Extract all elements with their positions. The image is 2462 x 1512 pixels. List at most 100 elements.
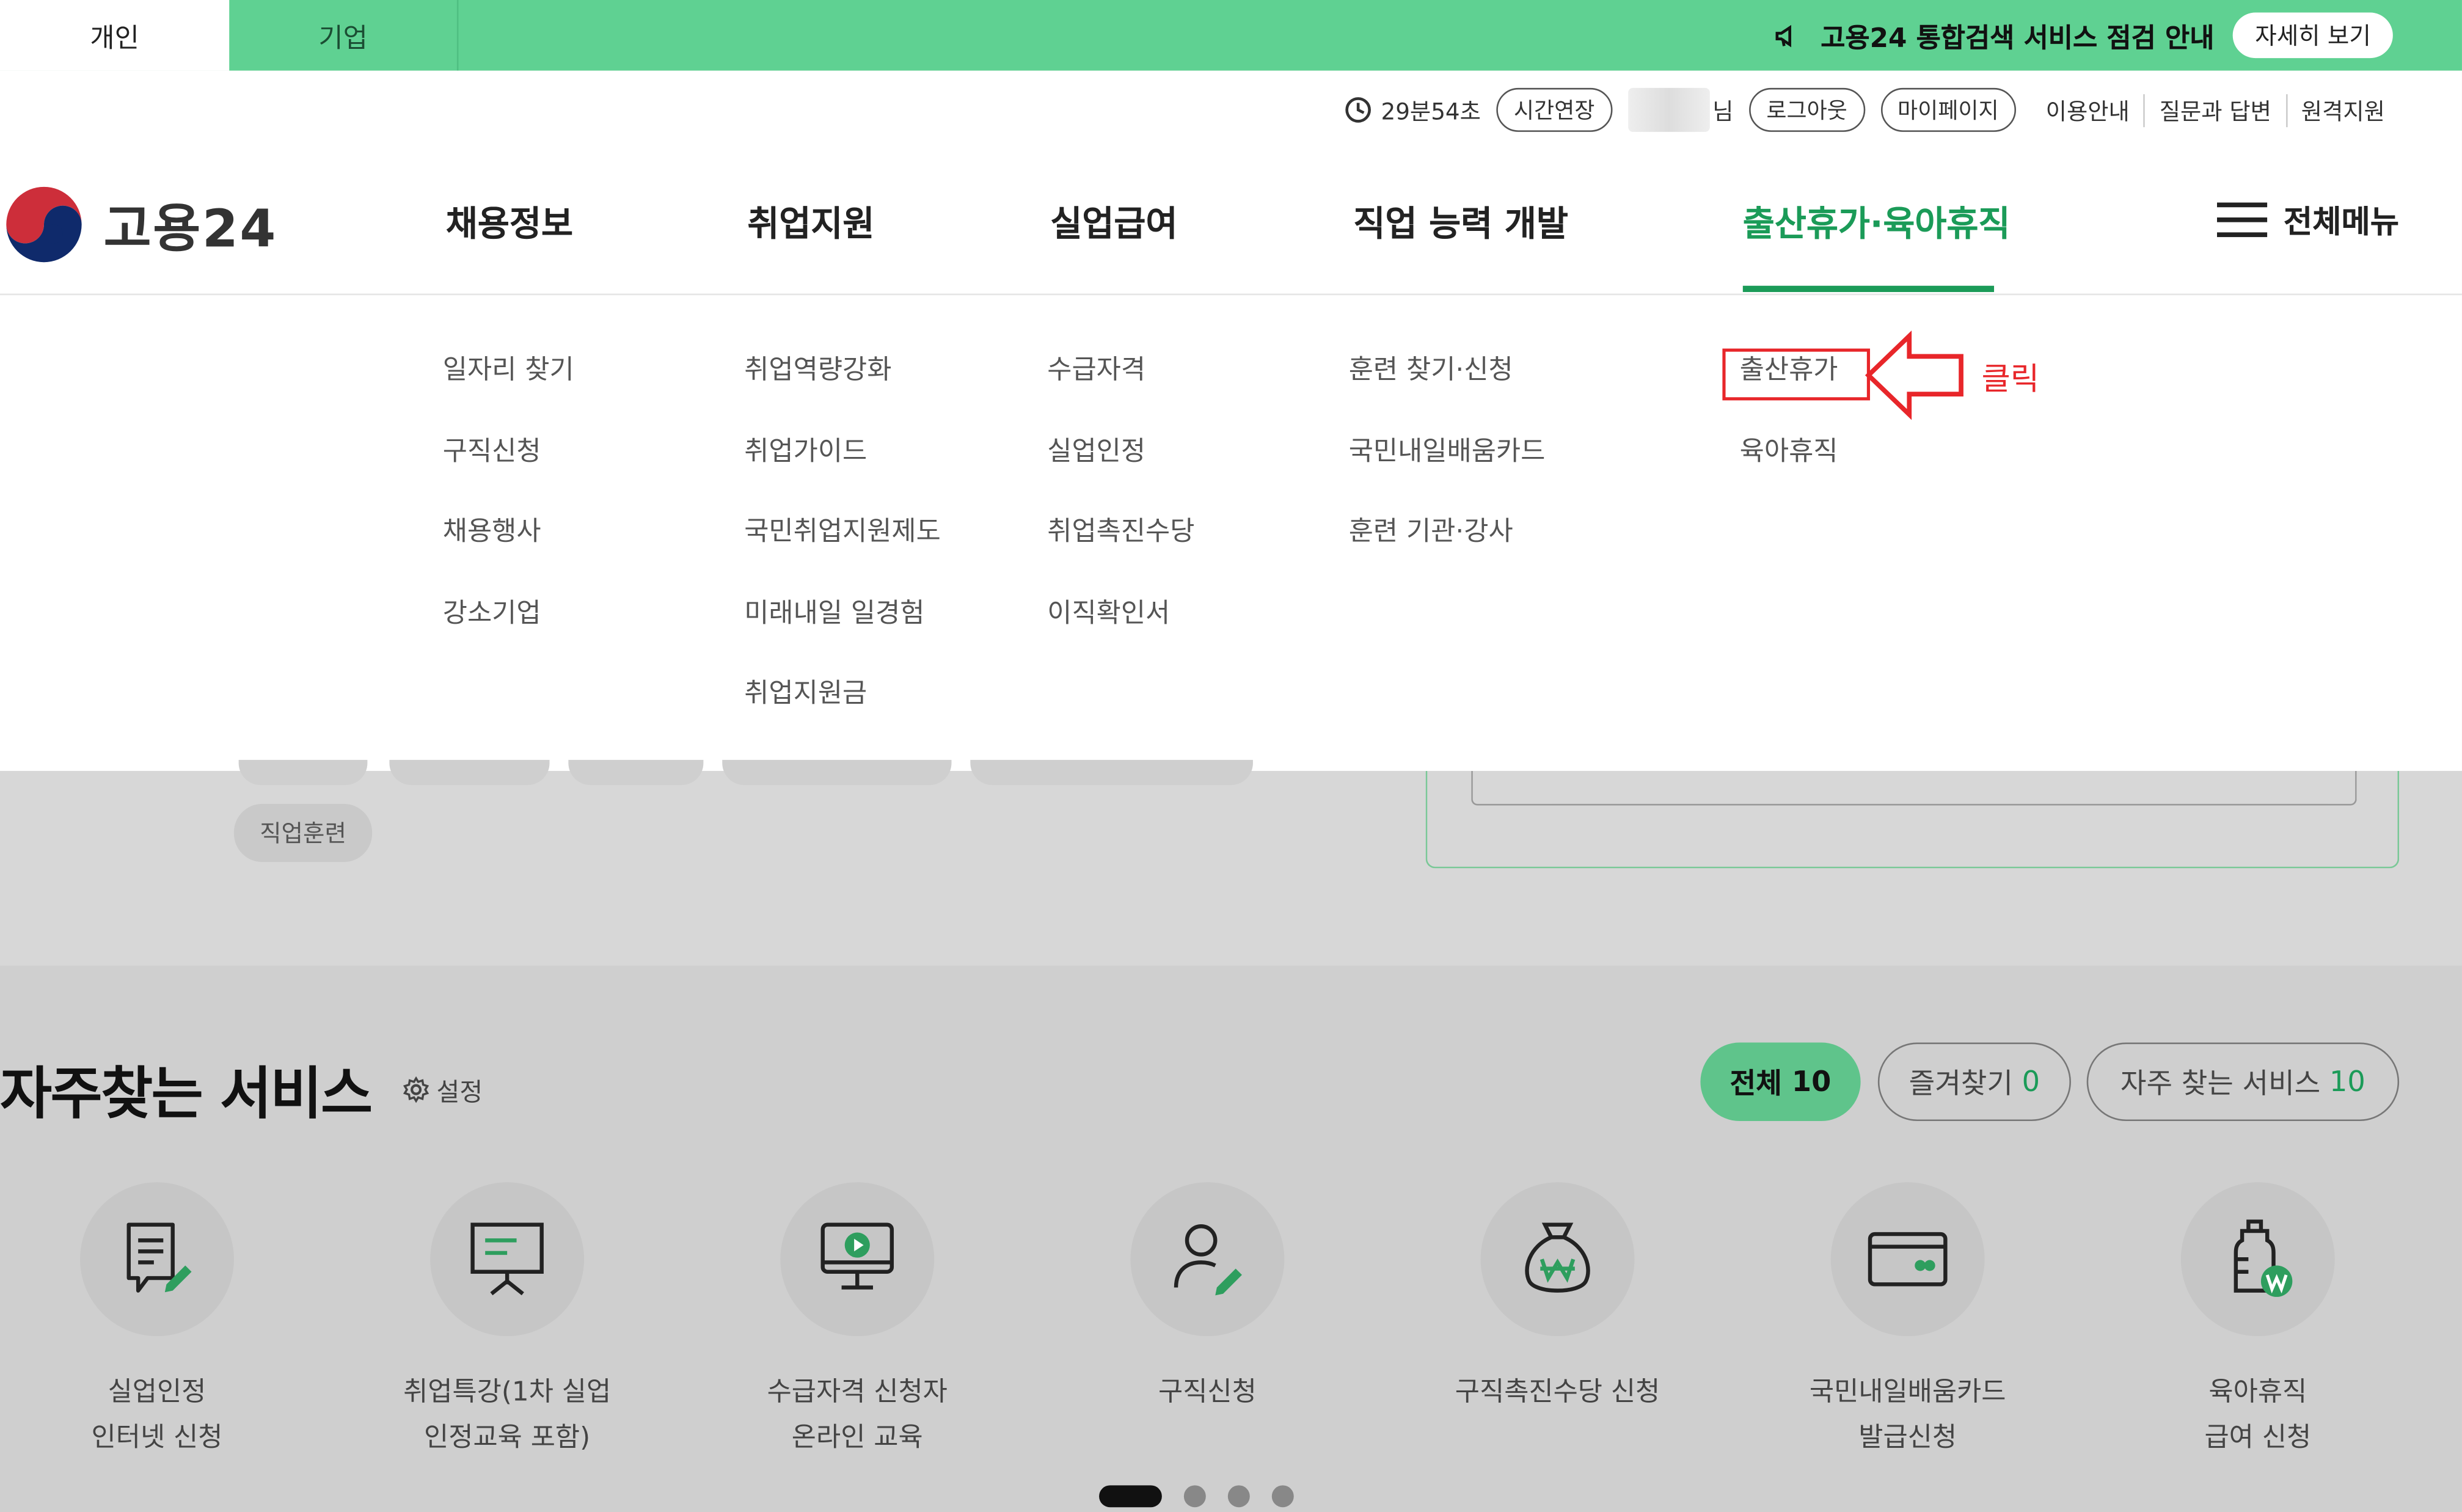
settings-button[interactable]: 설정 <box>402 1071 483 1109</box>
filter-label: 즐겨찾기 <box>1909 1067 2013 1101</box>
service-item[interactable]: 구직신청 <box>1066 1182 1349 1416</box>
submenu-item[interactable]: 취업촉진수당 <box>1047 509 1194 590</box>
service-item[interactable]: 국민내일배움카드 발급신청 <box>1766 1182 2049 1461</box>
gnb-skills-development[interactable]: 직업 능력 개발 <box>1353 196 1568 246</box>
filter-label: 자주 찾는 서비스 <box>2120 1067 2321 1101</box>
submenu-item[interactable]: 채용행사 <box>443 509 574 590</box>
pagination-dot[interactable] <box>1183 1485 1206 1508</box>
notice-text[interactable]: 고용24 통합검색 서비스 점검 안내 <box>1821 16 2214 55</box>
keyword-chip[interactable]: 직업훈련 <box>233 803 373 862</box>
hamburger-icon <box>2217 202 2268 236</box>
submenu-item[interactable]: 구직신청 <box>443 428 574 508</box>
audience-bar: 개인 기업 고용24 통합검색 서비스 점검 안내 자세히 보기 <box>0 0 2462 71</box>
submenu-item[interactable]: 일자리 찾기 <box>443 347 574 428</box>
submenu-item[interactable]: 국민취업지원제도 <box>744 509 941 590</box>
all-menu-button[interactable]: 전체메뉴 <box>2217 196 2399 242</box>
submenu-item[interactable]: 취업지원금 <box>744 670 941 751</box>
logo-text: 고용24 <box>103 197 278 260</box>
submenu-employment-support: 취업역량강화 취업가이드 국민취업지원제도 미래내일 일경험 취업지원금 <box>744 347 941 751</box>
service-icon-circle <box>430 1182 585 1337</box>
service-icon-circle <box>780 1182 935 1337</box>
search-field-edge <box>1471 770 2357 806</box>
user-name: 님 <box>1627 87 1734 132</box>
mypage-button[interactable]: 마이페이지 <box>1880 87 2016 132</box>
presentation-board-icon <box>470 1222 544 1296</box>
submenu-item[interactable]: 훈련 기관·강사 <box>1349 509 1546 590</box>
service-item[interactable]: 실업인정 인터넷 신청 <box>16 1182 299 1461</box>
money-bag-icon <box>1525 1222 1590 1293</box>
service-item[interactable]: 수급자격 신청자 온라인 교육 <box>716 1182 999 1461</box>
filter-frequent-button[interactable]: 자주 찾는 서비스 10 <box>2086 1042 2400 1122</box>
submenu-item[interactable]: 이직확인서 <box>1047 590 1194 670</box>
tab-personal[interactable]: 개인 <box>0 0 230 71</box>
service-item[interactable]: 취업특강(1차 실업 인정교육 포함) <box>366 1182 649 1461</box>
filter-count: 0 <box>2022 1065 2040 1098</box>
section-title: 자주찾는 서비스 <box>0 1062 373 1128</box>
click-highlight-box <box>1722 348 1870 401</box>
submenu-item[interactable]: 국민내일배움카드 <box>1349 428 1546 508</box>
frequent-services-section: 자주찾는 서비스 설정 전체 10 즐겨찾기 0 자주 찾는 서비스 10 실업… <box>0 965 2462 1512</box>
filter-favorites-button[interactable]: 즐겨찾기 0 <box>1877 1042 2071 1122</box>
search-card <box>1425 770 2400 869</box>
ghost-chip <box>970 759 1253 786</box>
service-label: 구직촉진수당 신청 <box>1455 1376 1660 1409</box>
session-timer: 29분54초 <box>1343 93 1481 126</box>
filter-all-button[interactable]: 전체 10 <box>1700 1042 1861 1122</box>
submenu-item[interactable]: 취업가이드 <box>744 428 941 508</box>
gnb-recruit[interactable]: 채용정보 <box>446 196 573 246</box>
logo[interactable]: 고용24 <box>0 181 277 269</box>
left-arrow-icon <box>1865 330 1963 420</box>
link-qna[interactable]: 질문과 답변 <box>2143 93 2285 126</box>
service-item[interactable]: 구직촉진수당 신청 <box>1416 1182 1699 1416</box>
service-label: 육아휴직 급여 신청 <box>2204 1376 2312 1454</box>
service-label: 취업특강(1차 실업 인정교육 포함) <box>403 1376 612 1454</box>
utility-links: 이용안내 질문과 답변 원격지원 <box>2032 93 2400 126</box>
submenu-item[interactable]: 미래내일 일경험 <box>744 590 941 670</box>
service-label: 구직신청 <box>1158 1376 1257 1409</box>
document-edit-icon <box>126 1222 192 1293</box>
blurred-username <box>1627 87 1709 132</box>
carousel-pagination <box>1099 1485 1294 1508</box>
settings-label: 설정 <box>436 1077 483 1107</box>
divider <box>0 293 2462 296</box>
logout-button[interactable]: 로그아웃 <box>1749 87 1865 132</box>
submenu-recruit: 일자리 찾기 구직신청 채용행사 강소기업 <box>443 347 574 670</box>
gnb-maternity-parental-leave[interactable]: 출산휴가·육아휴직 <box>1743 196 2011 246</box>
service-icon-circle <box>80 1182 234 1337</box>
submenu-item-parental-leave[interactable]: 육아휴직 <box>1740 428 1838 508</box>
mega-menu-panel: 고용24 채용정보 취업지원 실업급여 직업 능력 개발 출산휴가·육아휴직 전… <box>0 70 2462 771</box>
tab-company[interactable]: 기업 <box>229 0 459 71</box>
submenu-item[interactable]: 수급자격 <box>1047 347 1194 428</box>
link-remote-support[interactable]: 원격지원 <box>2285 93 2399 126</box>
pagination-dot-active[interactable] <box>1099 1485 1162 1508</box>
ghost-chip <box>568 759 704 786</box>
service-label: 실업인정 인터넷 신청 <box>91 1376 223 1454</box>
pagination-dot[interactable] <box>1227 1485 1250 1508</box>
ghost-chip <box>722 759 952 786</box>
gnb-employment-support[interactable]: 취업지원 <box>747 196 874 246</box>
pagination-dot[interactable] <box>1271 1485 1294 1508</box>
baby-bottle-icon <box>2234 1219 2293 1297</box>
service-icon-circle <box>1130 1182 1285 1337</box>
link-guide[interactable]: 이용안내 <box>2032 93 2144 126</box>
submenu-item[interactable]: 취업역량강화 <box>744 347 941 428</box>
service-icon-circle <box>2180 1182 2335 1337</box>
service-item[interactable]: 육아휴직 급여 신청 <box>2116 1182 2399 1461</box>
timer-text: 29분54초 <box>1381 100 1481 125</box>
utility-bar: 29분54초 시간연장 님 로그아웃 마이페이지 이용안내 질문과 답변 원격지… <box>1343 86 2399 133</box>
submenu-item[interactable]: 훈련 찾기·신청 <box>1349 347 1546 428</box>
submenu-item[interactable]: 강소기업 <box>443 590 574 670</box>
active-underline <box>1742 285 1995 293</box>
submenu-unemployment-benefit: 수급자격 실업인정 취업촉진수당 이직확인서 <box>1047 347 1194 670</box>
submenu-item[interactable]: 실업인정 <box>1047 428 1194 508</box>
service-icon-circle <box>1830 1182 1985 1337</box>
filter-count: 10 <box>2329 1065 2365 1098</box>
service-label: 국민내일배움카드 발급신청 <box>1809 1376 2006 1454</box>
submenu-skills-development: 훈련 찾기·신청 국민내일배움카드 훈련 기관·강사 <box>1349 347 1546 590</box>
clock-icon <box>1345 97 1370 123</box>
gnb-unemployment-benefit[interactable]: 실업급여 <box>1050 196 1177 246</box>
taegeuk-logo-icon <box>3 183 85 266</box>
notice-detail-button[interactable]: 자세히 보기 <box>2233 12 2393 59</box>
user-suffix: 님 <box>1712 100 1734 125</box>
extend-session-button[interactable]: 시간연장 <box>1496 87 1612 132</box>
